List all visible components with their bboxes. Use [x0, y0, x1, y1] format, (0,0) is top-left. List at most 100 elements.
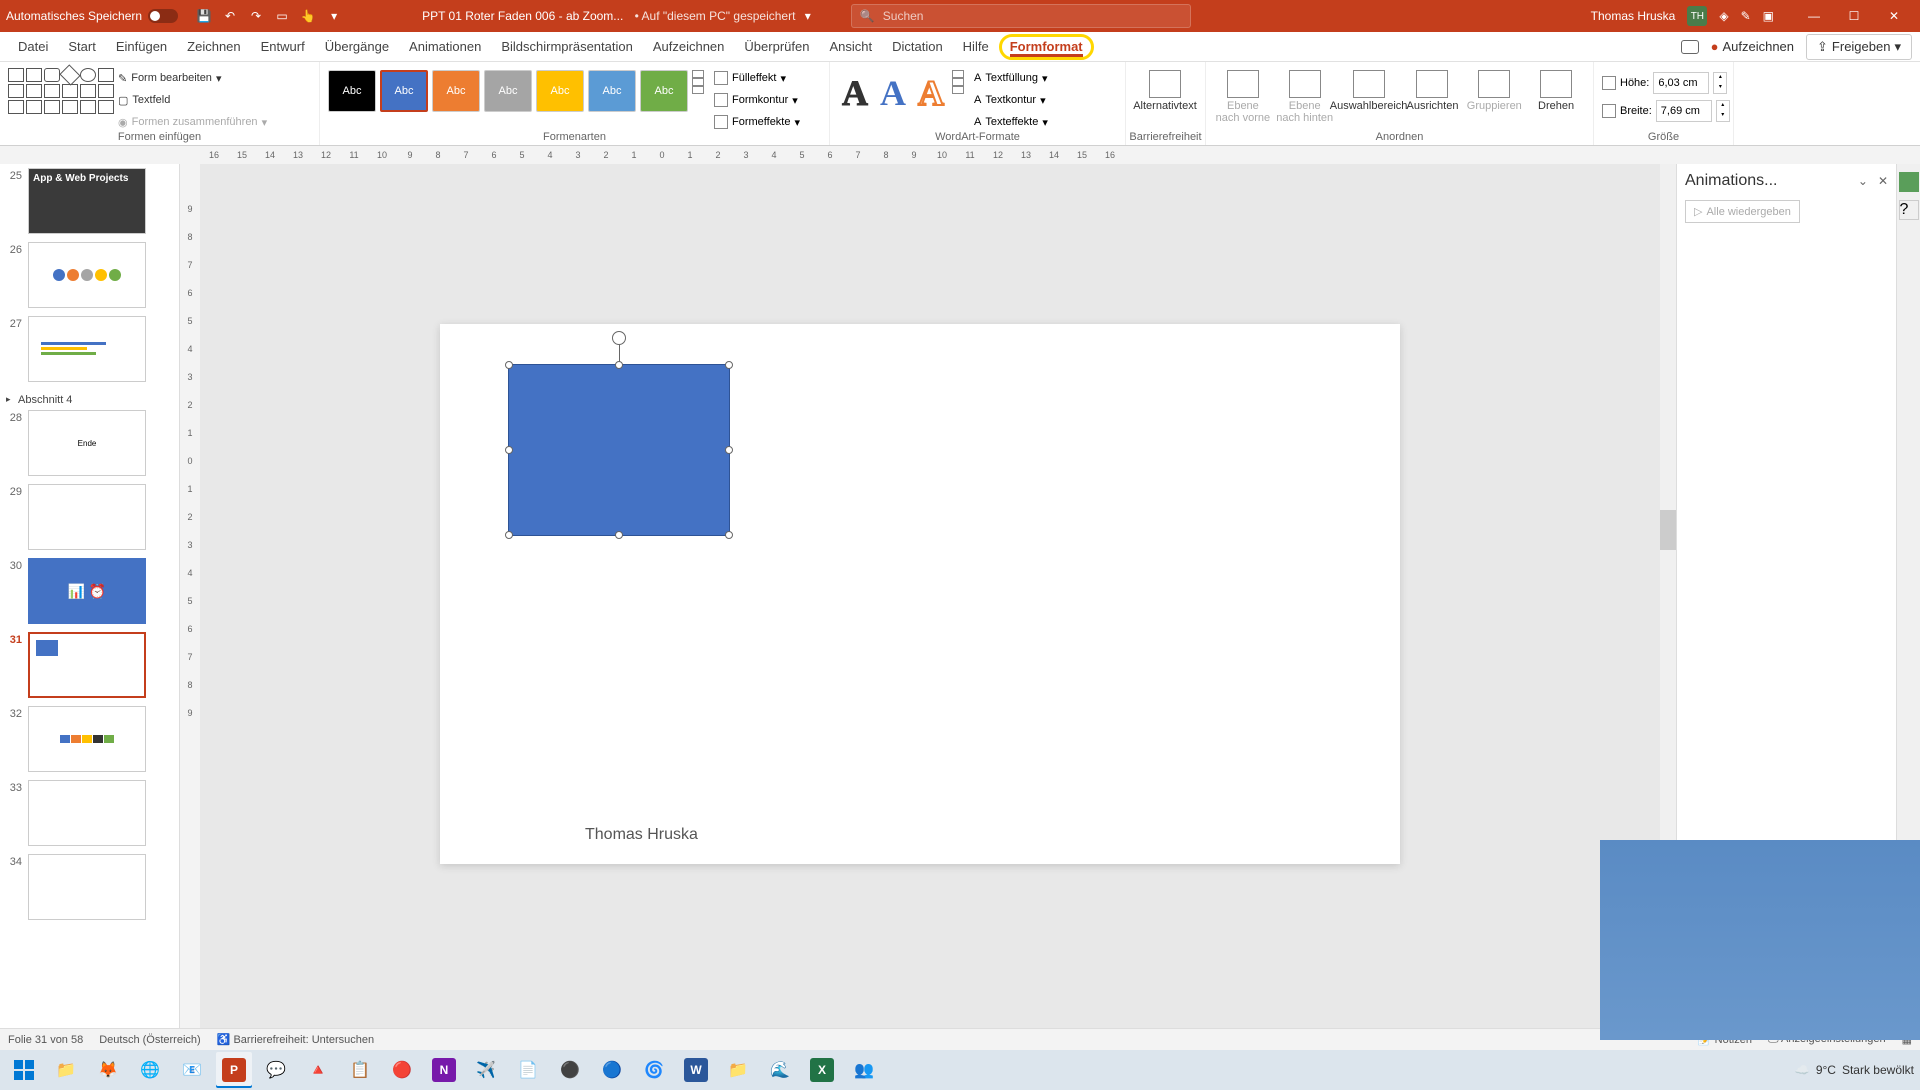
shapes-gallery[interactable]: [8, 66, 114, 114]
edge-icon[interactable]: 🌊: [762, 1052, 798, 1088]
explorer-icon[interactable]: 📁: [48, 1052, 84, 1088]
height-input[interactable]: [1653, 72, 1709, 94]
tab-ueberpruefen[interactable]: Überprüfen: [734, 32, 819, 62]
align-button[interactable]: Ausrichten: [1404, 66, 1462, 112]
style-gallery-more[interactable]: [692, 66, 710, 98]
close-button[interactable]: ✕: [1874, 0, 1914, 32]
word-icon[interactable]: W: [678, 1052, 714, 1088]
app-icon-4[interactable]: 📄: [510, 1052, 546, 1088]
powerpoint-icon[interactable]: P: [216, 1052, 252, 1088]
slide-canvas[interactable]: Thomas Hruska: [440, 324, 1400, 864]
style-swatch[interactable]: Abc: [536, 70, 584, 112]
tab-start[interactable]: Start: [58, 32, 105, 62]
side-tab-2[interactable]: ?: [1899, 200, 1919, 220]
start-button[interactable]: [6, 1052, 42, 1088]
document-title[interactable]: PPT 01 Roter Faden 006 - ab Zoom... • Au…: [422, 9, 811, 23]
weather-widget[interactable]: ☁️ 9°C Stark bewölkt: [1795, 1063, 1914, 1077]
tab-einfuegen[interactable]: Einfügen: [106, 32, 177, 62]
edit-shape-button[interactable]: ✎Form bearbeiten▾: [118, 68, 267, 88]
teams-icon[interactable]: 👥: [846, 1052, 882, 1088]
chevron-down-icon[interactable]: [692, 78, 704, 86]
vlc-icon[interactable]: 🔺: [300, 1052, 336, 1088]
tab-dictation[interactable]: Dictation: [882, 32, 953, 62]
wordart-gallery-more[interactable]: [952, 66, 970, 98]
user-avatar[interactable]: TH: [1687, 6, 1707, 26]
app-icon-3[interactable]: 🔴: [384, 1052, 420, 1088]
outlook-icon[interactable]: 📧: [174, 1052, 210, 1088]
present-icon[interactable]: ▭: [274, 8, 290, 24]
undo-icon[interactable]: ↶: [222, 8, 238, 24]
tab-zeichnen[interactable]: Zeichnen: [177, 32, 250, 62]
app-icon[interactable]: 💬: [258, 1052, 294, 1088]
thumbnail-25[interactable]: 25 App & Web Projects: [4, 168, 175, 234]
save-icon[interactable]: 💾: [196, 8, 212, 24]
shape-style-gallery[interactable]: Abc Abc Abc Abc Abc Abc Abc: [328, 66, 688, 112]
style-swatch[interactable]: Abc: [484, 70, 532, 112]
text-effects-button[interactable]: ATexteffekte▾: [974, 112, 1048, 132]
resize-handle-nw[interactable]: [505, 361, 513, 369]
width-spinner[interactable]: ▴▾: [1716, 100, 1730, 122]
width-input[interactable]: [1656, 100, 1712, 122]
shape-fill-button[interactable]: Fülleffekt▾: [714, 68, 800, 88]
wordart-style[interactable]: A: [914, 72, 948, 114]
tab-bildschirm[interactable]: Bildschirmpräsentation: [491, 32, 643, 62]
slide-editor[interactable]: 9876543210123456789 Thomas Hruska: [180, 164, 1676, 1028]
rotate-handle[interactable]: [612, 331, 626, 345]
minimize-button[interactable]: —: [1794, 0, 1834, 32]
pane-chevron-icon[interactable]: ⌄: [1858, 174, 1868, 188]
thumbnail-27[interactable]: 27: [4, 316, 175, 382]
record-button[interactable]: ●Aufzeichnen: [1711, 39, 1794, 54]
thumbnail-33[interactable]: 33: [4, 780, 175, 846]
thumbnail-31-current[interactable]: 31: [4, 632, 175, 698]
search-input[interactable]: 🔍 Suchen: [851, 4, 1191, 28]
obs-icon[interactable]: ⚫: [552, 1052, 588, 1088]
section-header[interactable]: Abschnitt 4: [4, 390, 175, 410]
alttext-button[interactable]: Alternativtext: [1134, 66, 1196, 112]
diamond-icon[interactable]: ◈: [1719, 9, 1728, 23]
slide-counter[interactable]: Folie 31 von 58: [8, 1034, 83, 1046]
app-icon-6[interactable]: 🌀: [636, 1052, 672, 1088]
rotate-button[interactable]: Drehen: [1527, 66, 1585, 112]
app-icon-5[interactable]: 🔵: [594, 1052, 630, 1088]
tab-formformat[interactable]: Formformat: [999, 34, 1094, 60]
language-indicator[interactable]: Deutsch (Österreich): [99, 1034, 200, 1046]
toggle-switch[interactable]: [148, 9, 178, 23]
resize-handle-sw[interactable]: [505, 531, 513, 539]
shape-effects-button[interactable]: Formeffekte▾: [714, 112, 800, 132]
resize-handle-s[interactable]: [615, 531, 623, 539]
pane-close-icon[interactable]: ✕: [1878, 174, 1888, 188]
wordart-style[interactable]: A: [876, 72, 910, 114]
tab-animationen[interactable]: Animationen: [399, 32, 491, 62]
resize-handle-se[interactable]: [725, 531, 733, 539]
slide-thumbnails-panel[interactable]: 25 App & Web Projects 26 27 Abschnitt 4 …: [0, 164, 180, 1028]
resize-handle-n[interactable]: [615, 361, 623, 369]
style-swatch[interactable]: Abc: [588, 70, 636, 112]
app-icon-7[interactable]: 📁: [720, 1052, 756, 1088]
chevron-down-icon[interactable]: ▾: [805, 9, 811, 23]
expand-icon[interactable]: [952, 86, 964, 94]
user-name[interactable]: Thomas Hruska: [1591, 9, 1676, 23]
onenote-icon[interactable]: N: [426, 1052, 462, 1088]
chevron-up-icon[interactable]: [692, 70, 704, 78]
resize-handle-w[interactable]: [505, 446, 513, 454]
play-all-button[interactable]: ▷ Alle wiedergeben: [1685, 200, 1800, 223]
maximize-button[interactable]: ☐: [1834, 0, 1874, 32]
style-swatch[interactable]: Abc: [432, 70, 480, 112]
text-fill-button[interactable]: ATextfüllung▾: [974, 68, 1048, 88]
wordart-style[interactable]: A: [838, 72, 872, 114]
style-swatch-selected[interactable]: Abc: [380, 70, 428, 112]
thumbnail-28[interactable]: 28 Ende: [4, 410, 175, 476]
selected-rectangle-shape[interactable]: [508, 364, 730, 536]
share-button[interactable]: ⇪ Freigeben ▾: [1806, 34, 1912, 60]
firefox-icon[interactable]: 🦊: [90, 1052, 126, 1088]
resize-handle-e[interactable]: [725, 446, 733, 454]
scroll-thumb[interactable]: [1660, 510, 1676, 550]
pen-icon[interactable]: ✎: [1741, 9, 1751, 23]
chevron-down-icon[interactable]: [952, 78, 964, 86]
touch-icon[interactable]: 👆: [300, 8, 316, 24]
author-text[interactable]: Thomas Hruska: [585, 826, 698, 844]
tab-uebergaenge[interactable]: Übergänge: [315, 32, 399, 62]
side-tab-1[interactable]: [1899, 172, 1919, 192]
chrome-icon[interactable]: 🌐: [132, 1052, 168, 1088]
selection-pane-button[interactable]: Auswahlbereich: [1338, 66, 1400, 112]
